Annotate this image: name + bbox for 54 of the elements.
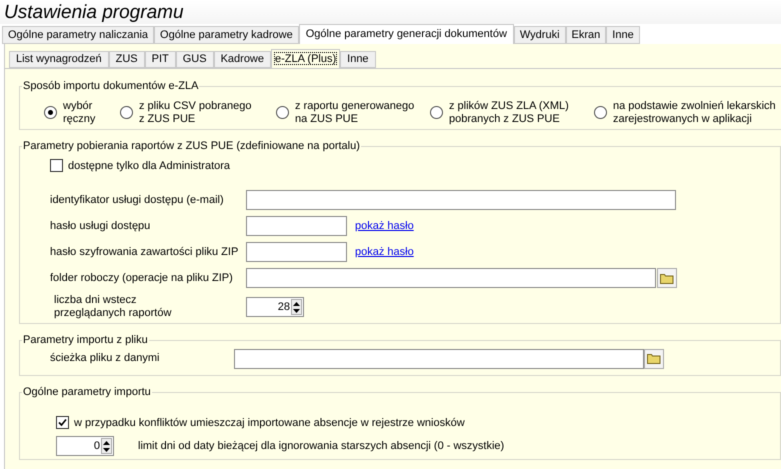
folder-button[interactable] <box>657 268 677 288</box>
tab[interactable]: ZUS <box>108 51 145 68</box>
radio-label: wybór ręczny <box>63 100 96 126</box>
number-spinner[interactable]: 28 <box>246 297 304 317</box>
checkbox[interactable] <box>56 416 69 430</box>
field-label: hasło szyfrowania zawartości pliku ZIP <box>49 246 240 258</box>
radio-button[interactable] <box>594 106 607 119</box>
tab[interactable]: Ogólne parametry kadrowe <box>154 26 299 44</box>
show-password-link[interactable]: pokaż hasło <box>355 218 414 234</box>
input-field[interactable] <box>246 190 676 210</box>
input-field[interactable] <box>246 268 656 288</box>
input-field[interactable] <box>234 348 644 368</box>
folder-icon <box>647 353 661 364</box>
radio-label: z plików ZUS ZLA (XML) pobranych z ZUS PUE <box>449 100 569 126</box>
field-label: limit dni od daty bieżącej dla ignorowania starszych absencji (0 - wszystkie) <box>138 438 504 454</box>
group-title: Parametry importu z pliku <box>22 333 149 348</box>
radio-button[interactable] <box>276 106 289 119</box>
field-label: identyfikator usługi dostępu (e-mail) <box>49 194 225 206</box>
spin-arrows-icon <box>101 438 112 454</box>
radio-button[interactable] <box>430 106 443 119</box>
group-title: Ogólne parametry importu <box>22 385 152 400</box>
tab[interactable]: Ogólne parametry generacji dokumentów <box>298 24 514 44</box>
tab[interactable]: PIT <box>144 51 176 68</box>
input-field[interactable] <box>246 242 347 262</box>
input-field[interactable] <box>246 216 347 236</box>
tab[interactable]: e-ZLA (Plus) <box>271 49 340 68</box>
folder-icon <box>660 272 674 284</box>
show-password-link[interactable]: pokaż hasło <box>355 244 414 260</box>
field-label: ścieżka pliku z danymi <box>49 351 160 366</box>
window-title: Ustawienia programu <box>4 2 184 22</box>
tab[interactable]: Ogólne parametry naliczania <box>2 26 154 44</box>
field-label: folder roboczy (operacje na pliku ZIP) <box>49 272 234 284</box>
checkbox[interactable] <box>50 159 63 172</box>
radio-label: na podstawie zwolnień lekarskich zarejestrowanych w aplikacji <box>613 100 776 126</box>
radio-label: z raportu generowanego na ZUS PUE <box>295 100 414 126</box>
checkbox-label: w przypadku konfliktów umieszczaj importowane absencje w rejestrze wniosków <box>74 416 465 430</box>
tab[interactable]: Ekran <box>566 26 606 44</box>
group-title: Sposób importu dokumentów e-ZLA <box>22 79 200 94</box>
field-label: hasło usługi dostępu <box>49 220 152 232</box>
checkbox-label: dostępne tylko dla Administratora <box>68 158 230 174</box>
radio-button[interactable] <box>120 106 133 119</box>
tab[interactable]: GUS <box>176 51 214 68</box>
tab[interactable]: Kadrowe <box>214 51 271 68</box>
folder-button[interactable] <box>644 348 664 368</box>
radio-label: z pliku CSV pobranego z ZUS PUE <box>139 100 252 126</box>
number-spinner[interactable]: 0 <box>56 436 114 456</box>
spin-arrows-icon <box>291 299 302 315</box>
tab[interactable]: Inne <box>606 26 640 44</box>
tab[interactable]: Wydruki <box>514 26 566 44</box>
field-label: liczba dni wstecz przeglądanych raportów <box>53 294 172 320</box>
tab[interactable]: Inne <box>340 51 376 68</box>
tab[interactable]: List wynagrodzeń <box>9 51 109 68</box>
radio-button[interactable] <box>44 106 57 119</box>
group-title: Parametry pobierania raportów z ZUS PUE (zdefiniowane na portalu) <box>22 139 361 154</box>
